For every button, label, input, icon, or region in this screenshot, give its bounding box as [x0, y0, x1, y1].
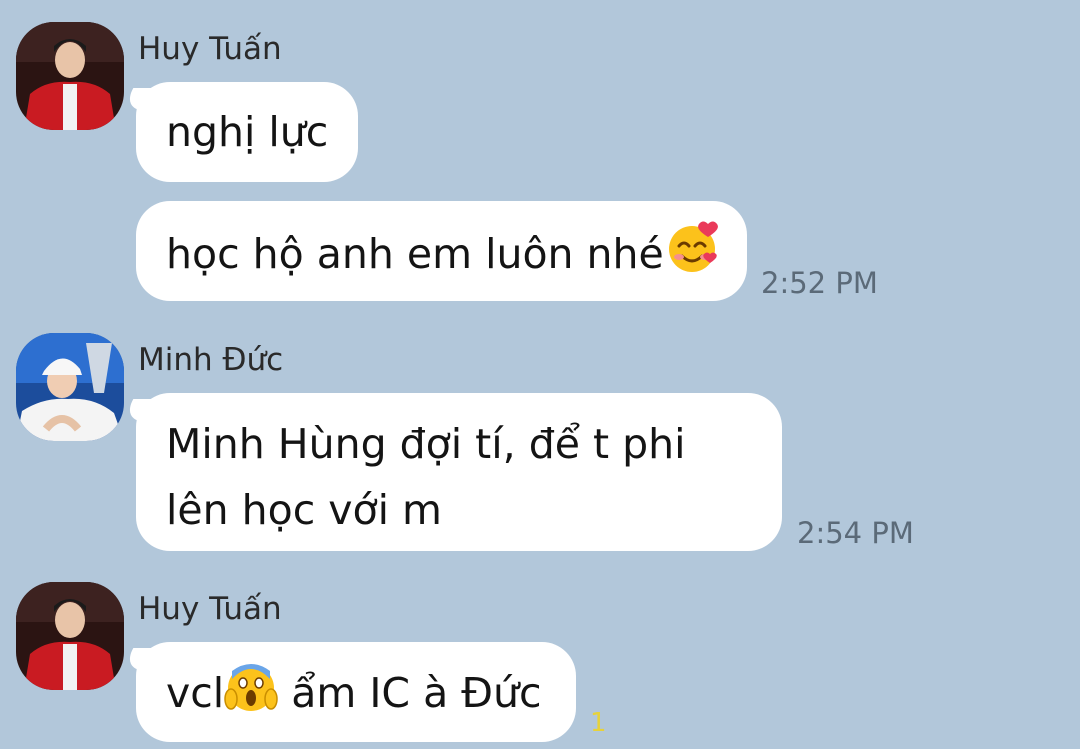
sender-avatar[interactable] — [16, 333, 124, 441]
message-text-line: Minh Hùng đợi tí, để t phi — [166, 420, 686, 468]
face-screaming-in-fear-icon — [224, 661, 278, 732]
message-bubble[interactable]: học hộ anh em luôn nhé — [136, 201, 747, 301]
message-text: nghị lực — [166, 108, 329, 156]
message-text: ẩm IC à Đức — [278, 669, 542, 717]
message-bubble[interactable]: vcl ẩm IC à Đức — [136, 642, 576, 742]
message-text: học hộ anh em luôn nhé — [166, 230, 664, 278]
message-bubble[interactable]: Minh Hùng đợi tí, để t phi lên học với m — [136, 393, 782, 551]
sender-name: Minh Đức — [138, 342, 284, 378]
sender-name: Huy Tuấn — [138, 31, 282, 67]
avatar-huy-tuan — [16, 22, 124, 130]
sender-name: Huy Tuấn — [138, 591, 282, 627]
message-time: 2:52 PM — [761, 266, 878, 300]
message-bubble[interactable]: nghị lực — [136, 82, 358, 182]
message-text-line: lên học với m — [166, 486, 442, 534]
message-text: vcl — [166, 669, 225, 717]
sender-avatar[interactable] — [16, 22, 124, 130]
sender-avatar[interactable] — [16, 582, 124, 690]
message-time: 2:54 PM — [797, 516, 914, 550]
smiling-face-with-hearts-icon — [664, 220, 720, 293]
unread-count-badge: 1 — [590, 708, 607, 738]
avatar-minh-duc — [16, 333, 124, 441]
avatar-huy-tuan — [16, 582, 124, 690]
